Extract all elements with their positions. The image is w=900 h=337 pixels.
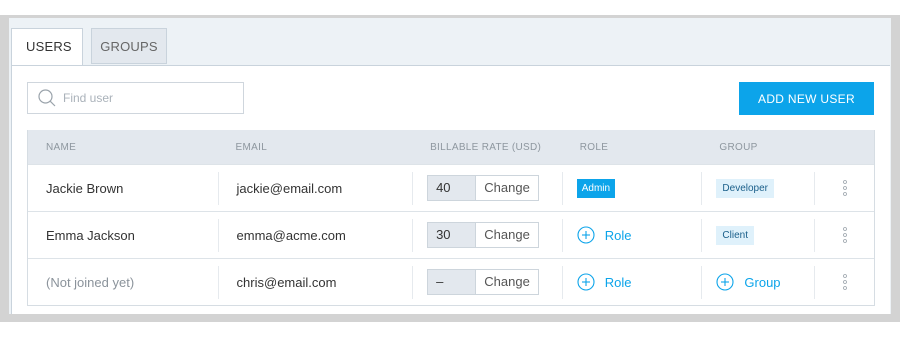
search-icon <box>38 89 56 107</box>
row-menu-cell <box>814 171 874 205</box>
table-row: (Not joined yet) chris@email.com – Chang… <box>28 258 874 305</box>
rate-value[interactable]: 30 <box>428 223 477 247</box>
users-content: ADD NEW USER NAME EMAIL BILLABLE RATE (U… <box>11 65 890 314</box>
table-row: Jackie Brown jackie@email.com 40 Change … <box>28 164 874 211</box>
more-options-icon[interactable] <box>842 274 847 290</box>
add-role-button[interactable]: Role <box>577 273 632 291</box>
role-cell: Role <box>561 218 702 252</box>
role-cell: Role <box>561 265 702 299</box>
more-options-icon[interactable] <box>842 180 847 196</box>
add-new-user-button[interactable]: ADD NEW USER <box>739 82 874 115</box>
rate-cell: 30 Change <box>412 218 562 252</box>
role-cell: Admin <box>561 171 702 205</box>
tab-bar: USERS GROUPS <box>11 28 175 66</box>
rate-control: – Change <box>427 269 540 295</box>
column-header-group: GROUP <box>719 141 758 153</box>
group-cell: Group <box>701 265 814 299</box>
rate-value[interactable]: – <box>428 270 477 294</box>
user-email: jackie@email.com <box>217 171 413 205</box>
rate-cell: 40 Change <box>412 171 562 205</box>
group-badge[interactable]: Client <box>716 225 754 245</box>
row-menu-cell <box>814 265 874 299</box>
rate-cell: – Change <box>412 265 562 299</box>
search-box[interactable] <box>27 82 244 114</box>
column-header-role: ROLE <box>579 141 609 153</box>
change-rate-button[interactable]: Change <box>476 176 539 200</box>
group-cell: Client <box>701 218 814 252</box>
user-management-panel: USERS GROUPS ADD NEW USER NAME EMAIL BIL… <box>9 18 891 314</box>
user-email: chris@email.com <box>217 265 413 299</box>
column-header-billable-rate: BILLABLE RATE (USD) <box>430 141 542 153</box>
group-badge[interactable]: Developer <box>716 178 774 198</box>
rate-control: 40 Change <box>427 175 540 201</box>
tab-users[interactable]: USERS <box>11 28 83 65</box>
plus-circle-icon <box>716 273 734 291</box>
user-email: emma@acme.com <box>217 218 413 252</box>
user-name: (Not joined yet) <box>46 274 135 290</box>
rate-control: 30 Change <box>427 222 540 248</box>
window-frame: USERS GROUPS ADD NEW USER NAME EMAIL BIL… <box>0 15 900 322</box>
column-header-email: EMAIL <box>235 141 268 153</box>
add-role-label: Role <box>604 274 632 290</box>
add-role-button[interactable]: Role <box>577 226 632 244</box>
user-name: Jackie Brown <box>46 180 124 196</box>
tab-groups[interactable]: GROUPS <box>91 28 167 64</box>
table-header: NAME EMAIL BILLABLE RATE (USD) ROLE GROU… <box>28 130 874 164</box>
table-row: Emma Jackson emma@acme.com 30 Change Rol… <box>28 211 874 258</box>
rate-value[interactable]: 40 <box>428 176 477 200</box>
user-name: Emma Jackson <box>46 227 135 243</box>
column-header-name: NAME <box>46 141 77 153</box>
add-group-label: Group <box>744 274 781 290</box>
more-options-icon[interactable] <box>842 227 847 243</box>
users-table: NAME EMAIL BILLABLE RATE (USD) ROLE GROU… <box>27 130 875 306</box>
search-input[interactable] <box>63 91 233 105</box>
group-cell: Developer <box>701 171 814 205</box>
plus-circle-icon <box>577 273 595 291</box>
row-menu-cell <box>814 218 874 252</box>
change-rate-button[interactable]: Change <box>476 270 539 294</box>
change-rate-button[interactable]: Change <box>476 223 539 247</box>
plus-circle-icon <box>577 226 595 244</box>
add-group-button[interactable]: Group <box>716 273 781 291</box>
role-badge[interactable]: Admin <box>576 178 616 198</box>
add-role-label: Role <box>604 227 632 243</box>
